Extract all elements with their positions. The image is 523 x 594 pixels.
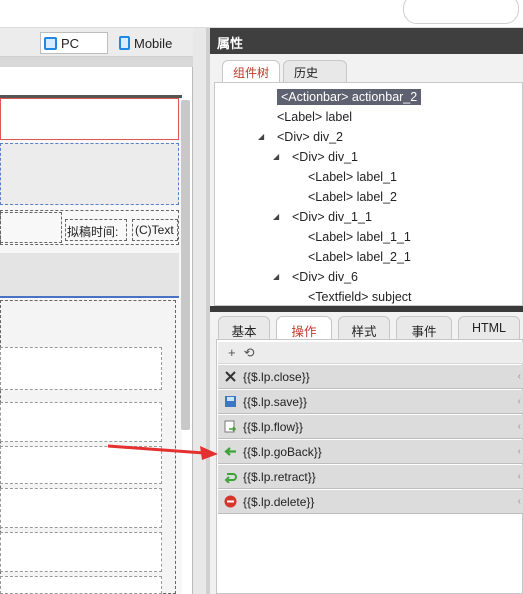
pc-view-button[interactable]: PC	[40, 32, 108, 54]
action-label: {{$.lp.close}}	[243, 369, 310, 384]
tree-node-label: <Div> div_1	[292, 150, 359, 164]
tree-node[interactable]: ◢ <Div> div_2	[258, 127, 344, 147]
component-tree[interactable]: <Actionbar> actionbar_2 <Label> label ◢ <Di…	[214, 82, 523, 306]
form-field[interactable]	[0, 347, 162, 390]
flow-icon	[224, 420, 237, 433]
action-label: {{$.lp.save}}	[243, 394, 308, 409]
tab-actions[interactable]: 操作	[276, 316, 332, 340]
tree-node-label: <Label> label_2	[308, 190, 397, 204]
action-item[interactable]: {{$.lp.close}} ‹	[218, 365, 523, 389]
form-field[interactable]	[0, 488, 162, 528]
action-item[interactable]: {{$.lp.save}} ‹	[218, 390, 523, 414]
back-arrow-icon	[224, 445, 237, 458]
tab-basic[interactable]: 基本	[218, 316, 270, 339]
tree-node[interactable]: ◢ <Div> div_1_1	[273, 207, 372, 227]
search-pill[interactable]	[403, 0, 519, 24]
annotation-arrow	[108, 444, 218, 460]
properties-title: 属性	[210, 28, 523, 54]
chevron-left-icon[interactable]: ‹	[518, 371, 521, 382]
action-label: {{$.lp.flow}}	[243, 419, 304, 434]
tree-node[interactable]: <Label> label_2	[308, 187, 397, 207]
canvas-scrollbar[interactable]	[181, 100, 190, 430]
expand-toggle-icon[interactable]: ◢	[273, 207, 279, 227]
tree-node-label: <Div> div_6	[292, 270, 359, 284]
refresh-icon[interactable]: ⟲	[244, 345, 255, 361]
expand-toggle-icon[interactable]: ◢	[258, 127, 264, 147]
chevron-left-icon[interactable]: ‹	[518, 496, 521, 507]
action-label: {{$.lp.goBack}}	[243, 444, 322, 459]
tree-node[interactable]: <Label> label_1	[308, 167, 397, 187]
chevron-left-icon[interactable]: ‹	[518, 471, 521, 482]
canvas-ruler	[0, 57, 206, 67]
chevron-left-icon[interactable]: ‹	[518, 421, 521, 432]
view-switch-bar: PC Mobile	[0, 28, 206, 57]
action-label: {{$.lp.retract}}	[243, 469, 316, 484]
text-component[interactable]: (C)Text	[132, 219, 178, 241]
tree-node[interactable]: <Textfield> subject	[308, 287, 412, 307]
tab-history[interactable]: 历史	[283, 60, 347, 82]
tree-node[interactable]: <Label> label_1_1	[308, 227, 411, 247]
retract-icon	[224, 470, 237, 483]
label-component[interactable]	[0, 143, 179, 205]
tree-node[interactable]: ◢ <Div> div_1	[273, 147, 359, 167]
form-field[interactable]	[0, 576, 162, 594]
save-icon	[224, 395, 237, 408]
actionbar-component[interactable]	[0, 98, 179, 140]
pc-view-label: PC	[61, 35, 80, 51]
canvas-gutter	[193, 28, 206, 594]
tree-node-label: <Textfield> subject	[308, 290, 412, 304]
expand-toggle-icon[interactable]: ◢	[273, 267, 279, 287]
chevron-left-icon[interactable]: ‹	[518, 396, 521, 407]
close-icon	[224, 370, 237, 383]
actions-toolbar: + ⟲	[218, 342, 523, 364]
chevron-left-icon[interactable]: ‹	[518, 446, 521, 457]
tree-node-label: <Label> label	[277, 110, 353, 124]
action-item[interactable]: {{$.lp.retract}} ‹	[218, 465, 523, 489]
tree-node[interactable]: <Label> label	[277, 107, 352, 127]
tree-node-label: <Label> label_1	[308, 170, 397, 184]
add-icon[interactable]: +	[228, 345, 236, 360]
tab-html[interactable]: HTML	[458, 316, 520, 339]
draft-time-label[interactable]: 拟稿时间:	[65, 219, 127, 241]
tree-node-label: <Div> div_1_1	[292, 210, 372, 224]
tree-node[interactable]: ◢ <Div> div_6	[273, 267, 359, 287]
action-label: {{$.lp.delete}}	[243, 494, 315, 509]
section-header[interactable]	[0, 253, 179, 298]
top-bar	[0, 0, 523, 28]
form-field[interactable]	[0, 402, 162, 442]
monitor-icon	[44, 36, 57, 50]
mobile-view-label: Mobile	[134, 35, 173, 51]
action-item[interactable]: {{$.lp.delete}} ‹	[218, 490, 523, 514]
tree-node[interactable]: <Actionbar> actionbar_2	[277, 87, 422, 107]
delete-icon	[224, 495, 237, 508]
tab-style[interactable]: 样式	[338, 316, 390, 339]
phone-icon	[119, 36, 130, 50]
tab-events[interactable]: 事件	[396, 316, 452, 339]
mobile-view-button[interactable]: Mobile	[116, 32, 186, 54]
tree-node-label: <Actionbar> actionbar_2	[277, 89, 422, 105]
tab-component-tree[interactable]: 组件树	[222, 60, 281, 83]
form-field[interactable]	[0, 532, 162, 572]
action-item[interactable]: {{$.lp.flow}} ‹	[218, 415, 523, 439]
tree-node-label: <Label> label_2_1	[308, 250, 411, 264]
tree-node[interactable]: <Label> label_2_1	[308, 247, 411, 267]
tree-node-label: <Div> div_2	[277, 130, 344, 144]
expand-toggle-icon[interactable]: ◢	[273, 147, 279, 167]
action-item[interactable]: {{$.lp.goBack}} ‹	[218, 440, 523, 464]
info-cell[interactable]	[0, 212, 62, 243]
tree-node-label: <Label> label_1_1	[308, 230, 411, 244]
